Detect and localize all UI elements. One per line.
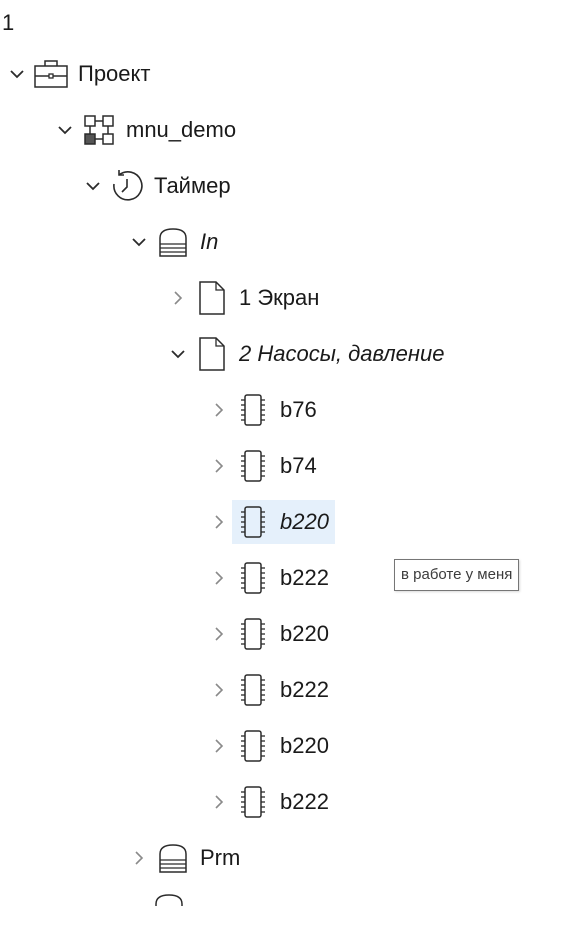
tree-item-mnu-demo[interactable]: mnu_demo [0, 102, 586, 158]
tree-label: mnu_demo [126, 117, 237, 142]
chevron-down-icon[interactable] [165, 341, 191, 367]
tree-node-block[interactable]: b74 [232, 444, 323, 488]
tree-label: b220 [280, 621, 329, 646]
tree-label: b220 [280, 509, 329, 534]
database-icon [156, 224, 190, 260]
tree-node-block[interactable]: b222 [232, 556, 335, 600]
chevron-right-icon[interactable] [206, 733, 232, 759]
tree-node-in[interactable]: In [152, 220, 224, 264]
tree-node-block[interactable]: b222 [232, 780, 335, 824]
tree-item-block[interactable]: b220 [0, 606, 586, 662]
tree-item-block[interactable]: b222 [0, 774, 586, 830]
database-icon [156, 840, 190, 876]
chevron-right-icon[interactable] [206, 677, 232, 703]
tree-node-timer[interactable]: Таймер [106, 164, 237, 208]
tree-item-block[interactable]: b76 [0, 382, 586, 438]
database-icon [152, 890, 186, 906]
chevron-down-icon[interactable] [4, 61, 30, 87]
timer-icon [110, 168, 144, 204]
chip-icon [236, 504, 270, 540]
tree-label: Таймер [154, 173, 231, 198]
chip-icon [236, 392, 270, 428]
tree-item-in[interactable]: In [0, 214, 586, 270]
chevron-right-icon[interactable] [126, 845, 152, 871]
tree-node-block[interactable]: b222 [232, 668, 335, 712]
tree-node-prm[interactable]: Prm [152, 836, 246, 880]
tooltip: в работе у меня [394, 559, 520, 591]
tree-item-screen-1[interactable]: 1 Экран [0, 270, 586, 326]
tree-label: b74 [280, 453, 317, 478]
tree-item-prm[interactable]: Prm [0, 830, 586, 886]
page-icon [195, 336, 229, 372]
chip-icon [236, 728, 270, 764]
tree-label: 2 Насосы, давление [239, 341, 445, 366]
tree-node-mnu-demo[interactable]: mnu_demo [78, 108, 242, 152]
tree-header-label: 1 [2, 10, 15, 35]
briefcase-icon [34, 56, 68, 92]
chevron-right-icon[interactable] [206, 789, 232, 815]
tree-item-timer[interactable]: Таймер [0, 158, 586, 214]
chip-icon [236, 616, 270, 652]
chevron-down-icon[interactable] [52, 117, 78, 143]
tree-item-block[interactable]: b74 [0, 438, 586, 494]
diagram-icon [82, 112, 116, 148]
chevron-right-icon[interactable] [206, 621, 232, 647]
tree-node-project[interactable]: Проект [30, 52, 156, 96]
tree-item-project[interactable]: Проект [0, 46, 586, 102]
tree-label: b220 [280, 733, 329, 758]
tree-label: b222 [280, 677, 329, 702]
tree-label: b76 [280, 397, 317, 422]
tree-label: Проект [78, 61, 151, 86]
tree-node-screen-1[interactable]: 1 Экран [191, 276, 325, 320]
chevron-right-icon[interactable] [206, 509, 232, 535]
tree-item-block-selected[interactable]: b220 [0, 494, 586, 550]
project-tree: Проект mnu_demo Таймер In 1 Экран 2 Насо… [0, 46, 586, 906]
tree-label: In [200, 229, 219, 254]
tree-node-block[interactable]: b220 [232, 612, 335, 656]
tree-item-block[interactable]: b222 [0, 662, 586, 718]
tree-label: b222 [280, 789, 329, 814]
tree-item-partial[interactable] [0, 886, 586, 906]
chip-icon [236, 448, 270, 484]
chip-icon [236, 560, 270, 596]
chevron-down-icon[interactable] [126, 229, 152, 255]
tree-node-block[interactable]: b220 [232, 724, 335, 768]
chevron-right-icon[interactable] [206, 453, 232, 479]
chevron-right-icon[interactable] [206, 565, 232, 591]
chip-icon [236, 784, 270, 820]
chip-icon [236, 672, 270, 708]
tree-label: 1 Экран [239, 285, 320, 310]
tree-node-block[interactable]: b76 [232, 388, 323, 432]
tree-item-block[interactable]: b220 [0, 718, 586, 774]
tree-label: b222 [280, 565, 329, 590]
tree-node-screen-2[interactable]: 2 Насосы, давление [191, 332, 451, 376]
tree-item-screen-2[interactable]: 2 Насосы, давление [0, 326, 586, 382]
tree-node-block-selected[interactable]: b220 [232, 500, 335, 544]
chevron-down-icon[interactable] [80, 173, 106, 199]
tree-label: Prm [200, 845, 241, 870]
chevron-right-icon[interactable] [206, 397, 232, 423]
page-icon [195, 280, 229, 316]
chevron-right-icon[interactable] [165, 285, 191, 311]
